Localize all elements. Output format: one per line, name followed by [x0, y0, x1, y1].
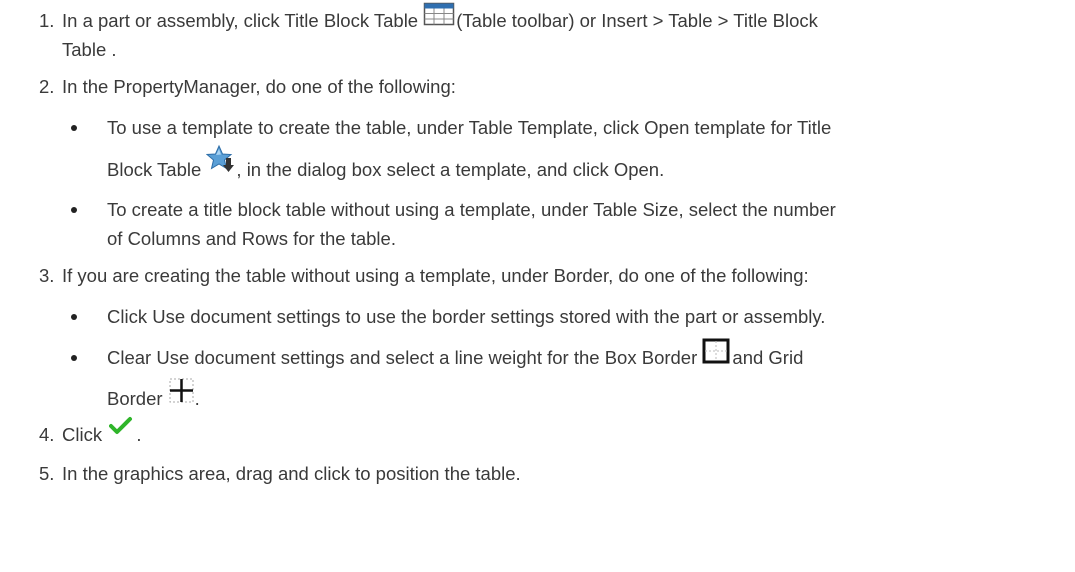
bullet-text-before: Clear Use document settings and select a…: [107, 347, 703, 368]
step-1-text-after: (Table toolbar) or Insert > Table > Titl…: [456, 10, 818, 31]
bullet-dot: [71, 125, 77, 131]
step-1-text-before: In a part or assembly, click Title Block…: [62, 10, 424, 31]
step-2-text: In the PropertyManager, do one of the fo…: [62, 76, 456, 97]
bullet-text-after: .: [194, 388, 200, 409]
step-2-bullet-2-line-1: To create a title block table without us…: [107, 199, 836, 220]
step-4-text-before: Click: [62, 424, 108, 445]
bullet-dot: [71, 314, 77, 320]
step-number: 5.: [39, 463, 55, 484]
checkmark-icon: [107, 417, 133, 447]
step-2-bullet-1-line-1: To use a template to create the table, u…: [107, 117, 832, 138]
step-number: 3.: [39, 265, 55, 286]
box-border-icon: [702, 338, 732, 370]
bullet-text-after: and Grid: [732, 347, 804, 368]
step-number: 1.: [39, 10, 55, 31]
step-4-text: Click .: [62, 417, 142, 447]
step-number: 4.: [39, 424, 55, 445]
step-3-bullet-2-line-1: Clear Use document settings and select a…: [107, 338, 804, 370]
bullet-dot: [71, 207, 77, 213]
step-2-bullet-1-line-2: Block Table , in the dialog box select a…: [107, 144, 665, 182]
step-3-text: If you are creating the table without us…: [62, 265, 809, 286]
step-5-text: In the graphics area, drag and click to …: [62, 463, 521, 484]
step-number: 2.: [39, 76, 55, 97]
grid-border-icon: [168, 378, 195, 411]
step-1-line-1: In a part or assembly, click Title Block…: [62, 2, 818, 33]
title-block-table-icon: [423, 2, 456, 33]
bullet-text-before: Block Table: [107, 159, 207, 180]
step-1-line-2: Table .: [62, 39, 117, 60]
bullet-text-before: Border: [107, 388, 168, 409]
step-3-bullet-2-line-2: Border .: [107, 378, 200, 411]
bullet-dot: [71, 355, 77, 361]
bullet-text-after: , in the dialog box select a template, a…: [236, 159, 665, 180]
open-template-icon: [206, 144, 236, 182]
step-3-bullet-1-line-1: Click Use document settings to use the b…: [107, 306, 826, 327]
step-2-bullet-2-line-2: of Columns and Rows for the table.: [107, 228, 396, 249]
